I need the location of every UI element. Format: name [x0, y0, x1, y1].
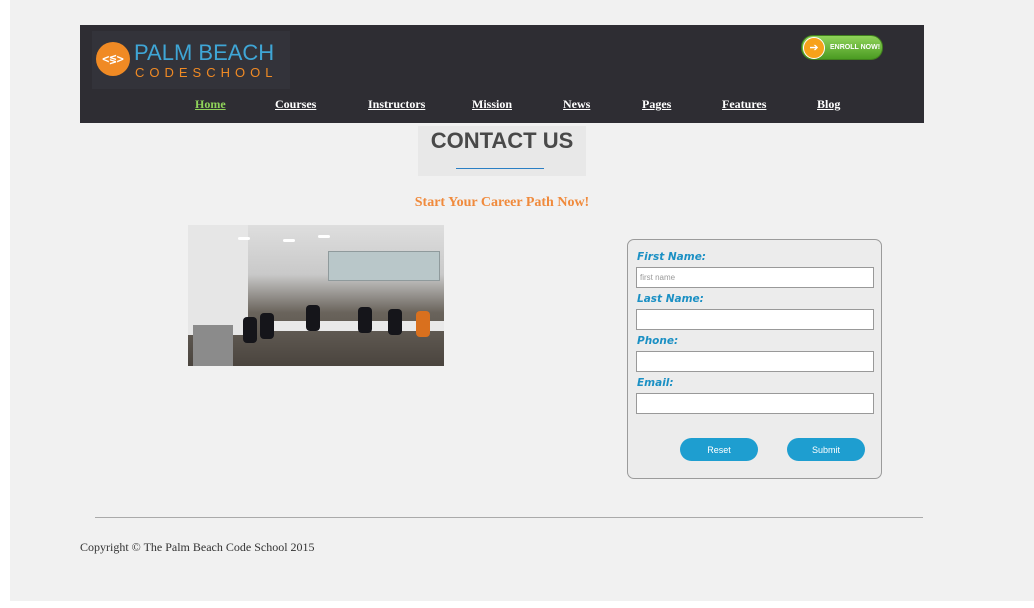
last-name-label: Last Name:: [637, 293, 704, 305]
nav-blog[interactable]: Blog: [817, 97, 840, 112]
email-field[interactable]: [636, 393, 874, 414]
enroll-now-button[interactable]: ➔ ENROLL NOW!: [801, 35, 883, 60]
copyright-text: Copyright © The Palm Beach Code School 2…: [80, 540, 315, 554]
footer-divider: [95, 517, 923, 518]
tagline: Start Your Career Path Now!: [414, 195, 590, 210]
last-name-field[interactable]: [636, 309, 874, 330]
arrow-right-icon: ➔: [803, 36, 825, 59]
contact-form: First Name: Last Name: Phone: Email: Res…: [627, 239, 882, 479]
photo-chair: [243, 317, 257, 343]
photo-pedestal: [193, 325, 233, 366]
page-title: CONTACT US: [430, 128, 574, 153]
nav-news[interactable]: News: [563, 97, 590, 112]
title-underline: [456, 168, 544, 169]
photo-wall: [188, 225, 248, 335]
photo-light: [238, 237, 250, 240]
photo-chair: [388, 309, 402, 335]
photo-chair: [416, 311, 430, 337]
nav-pages[interactable]: Pages: [642, 97, 671, 112]
reset-button[interactable]: Reset: [680, 438, 758, 461]
nav-instructors[interactable]: Instructors: [368, 97, 425, 112]
photo-light: [283, 239, 295, 242]
submit-button[interactable]: Submit: [787, 438, 865, 461]
nav-courses[interactable]: Courses: [275, 97, 316, 112]
photo-chair: [358, 307, 372, 333]
phone-label: Phone:: [637, 335, 679, 347]
logo-title: PALM BEACH: [134, 40, 275, 65]
email-label: Email:: [637, 377, 674, 389]
photo-light: [318, 235, 330, 238]
photo-chair: [306, 305, 320, 331]
site-logo[interactable]: <≶> PALM BEACH CODESCHOOL: [92, 31, 290, 89]
nav-features[interactable]: Features: [722, 97, 766, 112]
contact-title-box: CONTACT US: [418, 126, 586, 176]
logo-subtitle: CODESCHOOL: [135, 65, 278, 80]
site-header: <≶> PALM BEACH CODESCHOOL ➔ ENROLL NOW! …: [80, 25, 924, 123]
first-name-field[interactable]: [636, 267, 874, 288]
classroom-photo: [188, 225, 444, 366]
main-nav: Home Courses Instructors Mission News Pa…: [80, 97, 924, 117]
enroll-now-label: ENROLL NOW!: [830, 44, 881, 51]
nav-home[interactable]: Home: [195, 97, 226, 112]
photo-cabinets: [328, 251, 440, 281]
code-brackets-icon: <≶>: [96, 42, 130, 76]
phone-field[interactable]: [636, 351, 874, 372]
first-name-label: First Name:: [637, 251, 707, 263]
photo-chair: [260, 313, 274, 339]
nav-mission[interactable]: Mission: [472, 97, 512, 112]
